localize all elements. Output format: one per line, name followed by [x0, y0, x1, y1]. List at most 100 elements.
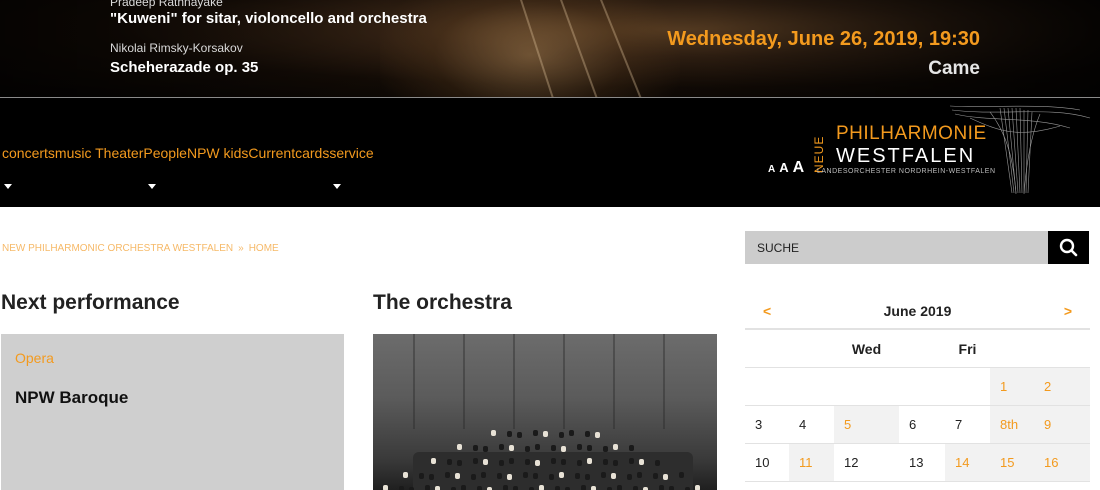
font-size-controls: AAA [768, 159, 808, 177]
calendar-day: 13 [899, 444, 945, 482]
musician [655, 460, 660, 466]
calendar-header: < June 2019 > [745, 292, 1090, 330]
main-nav: concertsmusic TheaterPeopleNPW kidsCurre… [2, 145, 374, 161]
musician [561, 459, 566, 465]
performance-title[interactable]: NPW Baroque [15, 388, 128, 408]
performance-category[interactable]: Opera [15, 350, 54, 366]
calendar-weekday-header: Wed [834, 330, 899, 368]
logo-strings-art-icon [949, 105, 1091, 195]
musician [535, 460, 540, 466]
musician [569, 430, 574, 436]
calendar-next-button[interactable]: > [1064, 303, 1072, 319]
hero-event-venue: Came [928, 58, 980, 79]
hero-decoration [600, 0, 644, 98]
calendar-weekday-header [1034, 330, 1090, 368]
musician [695, 485, 700, 490]
breadcrumb-item-home[interactable]: HOME [249, 243, 279, 254]
breadcrumb: NEW PHILHARMONIC ORCHESTRA WESTFALEN » HOM… [2, 243, 279, 254]
calendar-day[interactable]: 2 [1034, 368, 1090, 406]
musician [473, 445, 478, 451]
font-size-small-button[interactable]: A [768, 164, 775, 175]
calendar-day[interactable]: 9 [1034, 406, 1090, 444]
calendar-empty-cell [945, 368, 990, 406]
nav-dropdown-caret-icon[interactable] [4, 184, 12, 189]
musician [491, 430, 496, 436]
font-size-large-button[interactable]: A [793, 159, 805, 176]
musician [425, 485, 430, 490]
next-performance-heading: Next performance [1, 291, 180, 314]
event-calendar: < June 2019 > Wed Fri 1 2 3 4 5 6 7 8th 9 10 11 12 13 1… [745, 292, 1090, 482]
calendar-weekday-header [789, 330, 834, 368]
calendar-day[interactable]: 11 [789, 444, 834, 482]
calendar-day: 7 [945, 406, 990, 444]
calendar-day[interactable]: 1 [990, 368, 1034, 406]
font-size-medium-button[interactable]: A [779, 160, 788, 175]
search-button[interactable] [1048, 231, 1089, 264]
musician [533, 430, 538, 436]
orchestra-photo[interactable] [373, 334, 717, 490]
musician [477, 486, 482, 490]
musician [517, 432, 522, 438]
nav-item-music-theater[interactable]: music Theater [55, 145, 143, 161]
calendar-month-label: June 2019 [883, 303, 952, 319]
musician [481, 472, 486, 478]
musician [555, 486, 560, 490]
musician [603, 446, 608, 452]
musician [473, 458, 478, 464]
nav-dropdown-caret-icon[interactable] [148, 184, 156, 189]
musician [613, 444, 618, 450]
next-performance-card[interactable]: Opera NPW Baroque [1, 334, 344, 490]
calendar-weekday-header [990, 330, 1034, 368]
musician [483, 446, 488, 452]
nav-item-service[interactable]: service [329, 145, 373, 161]
calendar-day[interactable]: 5 [834, 406, 899, 444]
musician [513, 486, 518, 490]
musician [653, 473, 658, 479]
musician [679, 472, 684, 478]
musician [447, 459, 452, 465]
musician [507, 474, 512, 480]
hero-composer-1: Pradeep Rathnayake [110, 0, 223, 9]
musician [525, 446, 530, 452]
musician [471, 474, 476, 480]
calendar-day: 10 [745, 444, 789, 482]
musician [637, 472, 642, 478]
calendar-empty-cell [745, 368, 789, 406]
logo-neue: NEUE [812, 135, 826, 173]
musician [461, 485, 466, 490]
musician [549, 474, 554, 480]
calendar-empty-cell [834, 368, 899, 406]
nav-dropdown-caret-icon[interactable] [333, 184, 341, 189]
calendar-day: 12 [834, 444, 899, 482]
search-input[interactable] [745, 231, 1048, 264]
main-navbar: concertsmusic TheaterPeopleNPW kidsCurre… [0, 98, 1100, 207]
nav-item-npw-kids[interactable]: NPW kids [187, 145, 248, 161]
calendar-day[interactable]: 14 [945, 444, 990, 482]
calendar-day[interactable]: 16 [1034, 444, 1090, 482]
calendar-day[interactable]: 15 [990, 444, 1034, 482]
nav-item-concerts[interactable]: concerts [2, 145, 55, 161]
nav-item-cards[interactable]: cards [295, 145, 329, 161]
musician [419, 473, 424, 479]
musician [617, 485, 622, 490]
musician [613, 460, 618, 466]
musician [507, 431, 512, 437]
hero-work-1: "Kuweni" for sitar, violoncello and orch… [110, 10, 427, 27]
nav-item-current[interactable]: Current [248, 145, 295, 161]
musician [403, 472, 408, 478]
musician [561, 446, 566, 452]
calendar-day[interactable]: 8th [990, 406, 1034, 444]
musician [633, 486, 638, 490]
musician [457, 444, 462, 450]
calendar-empty-cell [789, 368, 834, 406]
search-icon [1059, 238, 1078, 257]
hero-composer-2: Nikolai Rimsky-Korsakov [110, 41, 243, 55]
musician [435, 486, 440, 490]
musician [581, 485, 586, 490]
calendar-day: 4 [789, 406, 834, 444]
hero-event-date[interactable]: Wednesday, June 26, 2019, 19:30 [667, 28, 980, 51]
musician [497, 473, 502, 479]
breadcrumb-item-orchestra[interactable]: NEW PHILHARMONIC ORCHESTRA WESTFALEN [2, 243, 233, 254]
nav-item-people[interactable]: People [143, 145, 187, 161]
breadcrumb-separator: » [238, 243, 244, 254]
